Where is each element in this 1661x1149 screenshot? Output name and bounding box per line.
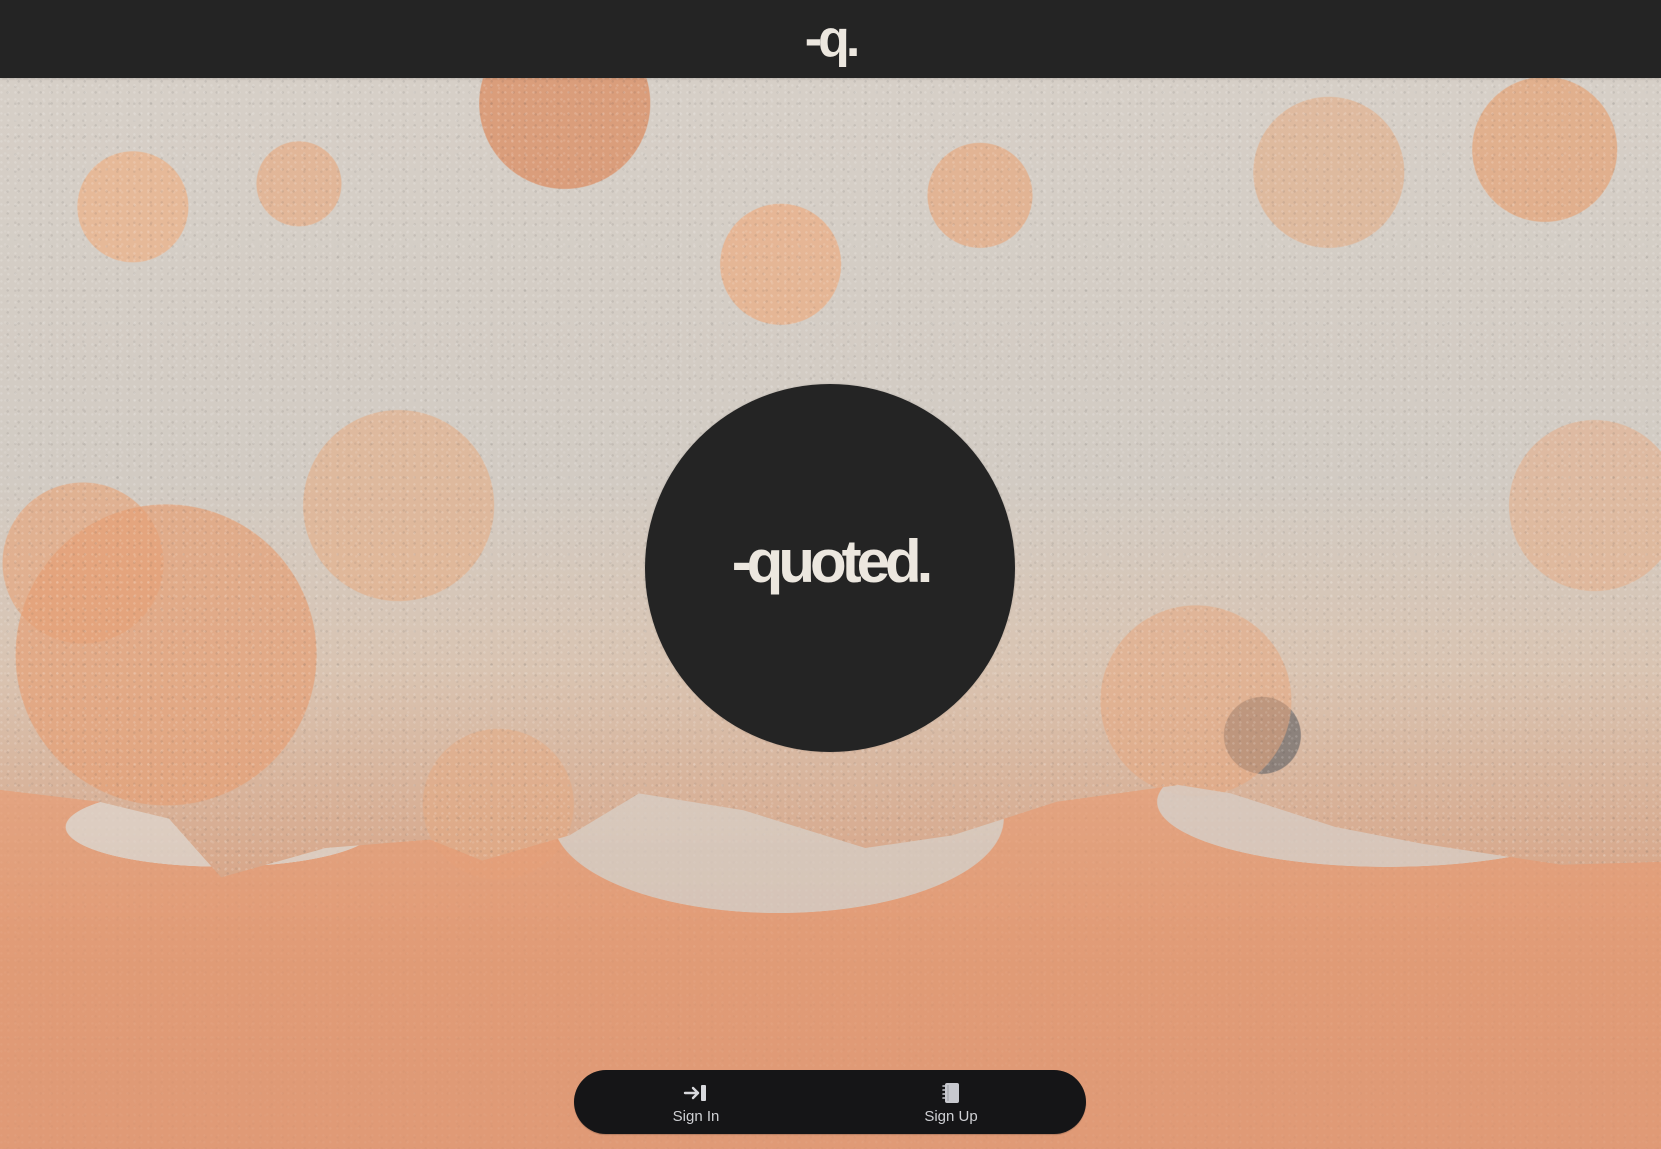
auth-navigation: Sign In Sign Up — [574, 1070, 1086, 1134]
sign-in-label: Sign In — [672, 1108, 720, 1125]
sign-up-label: Sign Up — [924, 1108, 978, 1125]
sign-in-arrow-icon — [683, 1085, 706, 1101]
top-navigation-bar: -q. — [0, 0, 1661, 78]
hero-title: -quoted. — [731, 528, 934, 595]
landing-page: -q. -quoted. Sign In Sign Up — [0, 0, 1661, 1149]
sign-in-button[interactable]: Sign In — [631, 1076, 761, 1130]
sign-up-button[interactable]: Sign Up — [886, 1076, 1016, 1130]
brand-logo[interactable]: -q. — [0, 0, 1661, 78]
notebook-icon — [942, 1083, 959, 1103]
hero-logo-circle: -quoted. — [645, 384, 1015, 752]
